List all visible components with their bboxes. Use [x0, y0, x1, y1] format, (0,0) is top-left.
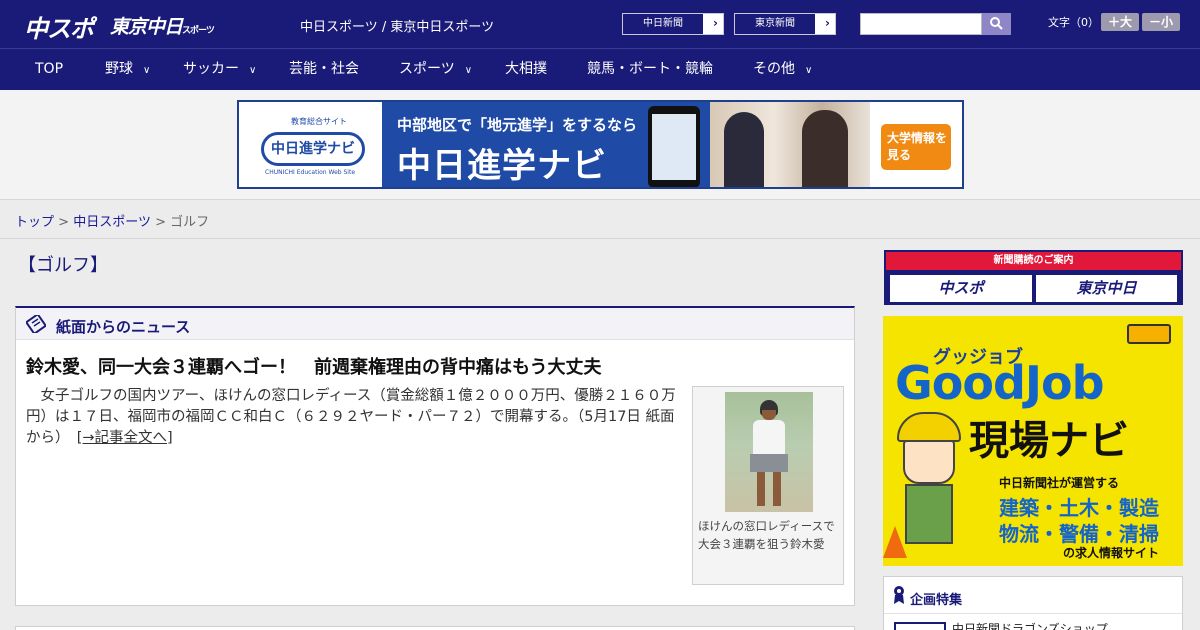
nav-item-other[interactable]: その他 ∨ — [753, 49, 812, 90]
chevron-right-icon: › — [825, 16, 830, 30]
breadcrumb-current: ゴルフ — [170, 215, 210, 230]
subscribe-tokyo-chunichi-button[interactable]: 東京中日 — [1036, 275, 1177, 302]
banner-cta: 大学情報を見る — [881, 124, 951, 170]
feature-section-title: 企画特集 — [910, 593, 963, 608]
nav-item-top[interactable]: TOP — [35, 49, 63, 90]
banner-cta-panel: 大学情報を見る — [870, 102, 962, 187]
page-title: 【ゴルフ】 — [18, 255, 108, 276]
font-size-label: 文字（0） — [1048, 16, 1099, 29]
chevron-down-icon: ∨ — [464, 65, 473, 76]
nav-item-label: 大相撲 — [505, 61, 547, 77]
nav-item-keiba[interactable]: 競馬・ボート・競輪 — [587, 49, 713, 90]
news-section: 紙面からのニュース 鈴木愛、同一大会３連覇へゴー！ 前週棄権理由の背中痛はもう大… — [15, 306, 855, 606]
ext-link-label: 中日新聞 — [623, 14, 703, 34]
students-photo — [710, 102, 870, 187]
ribbon-icon — [894, 586, 904, 604]
search-button[interactable] — [982, 13, 1011, 35]
chuspo-logo[interactable]: 中スポ — [24, 9, 94, 44]
goodjob-line2: 建築・土木・製造 — [999, 496, 1159, 520]
truck-icon — [1127, 324, 1171, 344]
nav-item-entertainment[interactable]: 芸能・社会 — [289, 49, 359, 90]
nav-item-label: サッカー — [183, 61, 239, 77]
breadcrumb-bar: トップ > 中日スポーツ > ゴルフ — [0, 200, 1200, 239]
chevron-down-icon: ∨ — [249, 65, 257, 76]
nav-item-label: TOP — [35, 61, 64, 77]
tokyo-logo-small: スポーツ — [182, 26, 215, 36]
article-title[interactable]: 鈴木愛、同一大会３連覇へゴー！ 前週棄権理由の背中痛はもう大丈夫 — [26, 353, 601, 379]
article-photo[interactable]: ほけんの窓口レディースで大会３連覇を狙う鈴木愛 — [692, 386, 844, 585]
breadcrumb-top[interactable]: トップ — [15, 215, 54, 230]
feature-item[interactable]: 中日新聞ドラゴンズショップ — [952, 620, 1108, 630]
goodjob-ad[interactable]: グッジョブ GoodJob 現場ナビ 中日新聞社が運営する 建築・土木・製造 物… — [883, 316, 1183, 566]
goodjob-line4: の求人情報サイト — [1063, 546, 1160, 560]
font-larger-button[interactable]: ＋大 — [1101, 13, 1139, 31]
chevron-right-icon: › — [713, 16, 718, 30]
top-header: 中スポ 東京中日スポーツ 中日スポーツ / 東京中日スポーツ 中日新聞 › 東京… — [0, 0, 1200, 48]
main-nav: TOP 野球 ∨ サッカー ∨ 芸能・社会 スポーツ ∨ 大相撲 競馬・ボート・競輪 … — [0, 48, 1200, 90]
banner-copy-line1: 中部地区で「地元進学」をするなら — [397, 116, 638, 134]
tokyo-logo-text: 東京中日 — [110, 16, 183, 38]
ext-link-label: 東京新聞 — [735, 14, 815, 34]
banner-site-name: 中日進学ナビ — [261, 132, 365, 166]
nav-item-label: 芸能・社会 — [289, 61, 359, 77]
subscribe-chuspo-button[interactable]: 中スポ — [890, 275, 1032, 302]
news-section-header: 紙面からのニュース — [16, 308, 854, 340]
tokyo-chunichi-logo[interactable]: 東京中日スポーツ — [110, 12, 215, 39]
nav-item-baseball[interactable]: 野球 ∨ — [105, 49, 150, 90]
site-title: 中日スポーツ / 東京中日スポーツ — [300, 20, 495, 35]
news-section-title: 紙面からのニュース — [56, 318, 191, 336]
chevron-down-icon: ∨ — [143, 65, 151, 76]
feature-section: 企画特集 中日新聞ドラゴンズショップ — [883, 576, 1183, 630]
search-icon — [990, 17, 1003, 30]
banner-copy-line2: 中日進学ナビ — [397, 146, 607, 186]
subscription-ad: 新聞購読のご案内 中スポ 東京中日 — [884, 250, 1183, 305]
traffic-cone-icon — [883, 526, 907, 558]
goodjob-title: 現場ナビ — [969, 418, 1129, 464]
article-summary: 女子ゴルフの国内ツアー、ほけんの窓口レディース（賞金総額１億２０００万円、優勝２… — [26, 386, 686, 449]
nav-item-label: 競馬・ボート・競輪 — [587, 61, 713, 77]
banner-logo-panel: 教育総合サイト 中日進学ナビ CHUNICHI Education Web Si… — [239, 102, 382, 187]
nav-item-label: スポーツ — [399, 61, 455, 77]
shingaku-navi-banner[interactable]: 教育総合サイト 中日進学ナビ CHUNICHI Education Web Si… — [237, 100, 964, 189]
newspaper-icon — [26, 315, 46, 333]
goodjob-main: GoodJob — [895, 356, 1105, 410]
feature-thumbnail — [894, 622, 946, 630]
tokyo-shimbun-link[interactable]: 東京新聞 › — [734, 13, 836, 35]
goodjob-line3: 物流・警備・清掃 — [999, 522, 1159, 546]
breadcrumb-separator: > — [58, 215, 70, 230]
font-smaller-button[interactable]: －小 — [1142, 13, 1180, 31]
photo-caption: ほけんの窓口レディースで大会３連覇を狙う鈴木愛 — [698, 519, 835, 551]
nav-item-soccer[interactable]: サッカー ∨ — [183, 49, 256, 90]
nav-item-label: 野球 — [105, 61, 133, 77]
subscription-header: 新聞購読のご案内 — [886, 252, 1181, 270]
chunichi-shimbun-link[interactable]: 中日新聞 › — [622, 13, 724, 35]
chevron-down-icon: ∨ — [805, 65, 813, 76]
banner-site-en: CHUNICHI Education Web Site — [265, 169, 356, 176]
nav-item-sports[interactable]: スポーツ ∨ — [399, 49, 472, 90]
golfer-photo — [725, 392, 813, 512]
goodjob-line1: 中日新聞社が運営する — [999, 476, 1120, 490]
nav-item-label: その他 — [753, 61, 795, 77]
breadcrumb-chunichi-sports[interactable]: 中日スポーツ — [73, 215, 151, 230]
search-input[interactable] — [860, 13, 982, 35]
banner-site-small: 教育総合サイト — [291, 117, 347, 126]
nav-item-sumo[interactable]: 大相撲 — [505, 49, 547, 90]
banner-area: 教育総合サイト 中日進学ナビ CHUNICHI Education Web Si… — [0, 90, 1200, 200]
read-more-link[interactable]: [→記事全文へ] — [77, 430, 173, 446]
breadcrumb-separator: > — [155, 215, 166, 230]
breadcrumb: トップ > 中日スポーツ > ゴルフ — [15, 211, 209, 230]
next-section-edge — [15, 626, 855, 630]
phone-image — [648, 106, 700, 187]
